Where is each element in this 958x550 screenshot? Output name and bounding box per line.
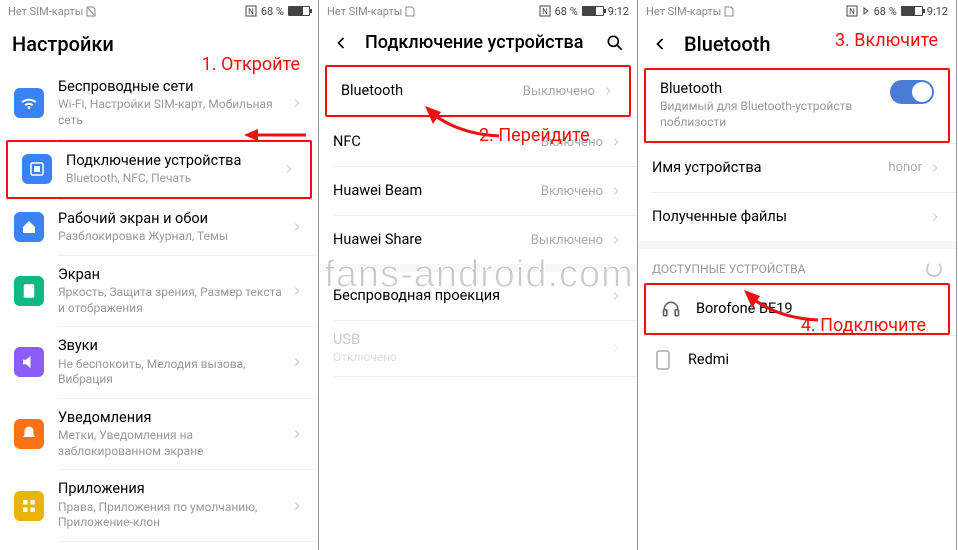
spinner-icon	[926, 261, 942, 277]
wifi-icon	[14, 88, 44, 118]
section-available: ДОСТУПНЫЕ УСТРОЙСТВА	[638, 249, 956, 283]
page-title: Bluetooth	[684, 32, 770, 56]
device-redmi[interactable]: Redmi	[638, 336, 956, 384]
status-bar: Нет SIM-карты N 68 %	[0, 0, 318, 22]
bt-status-icon	[862, 5, 870, 17]
annot-4: 4. Подключите	[801, 315, 926, 336]
row-home[interactable]: Рабочий экран и обоиРазблокировка Журнал…	[0, 200, 318, 255]
page-title: Настройки	[12, 32, 114, 56]
row-share[interactable]: Huawei Share Выключено	[319, 216, 637, 264]
phone-icon	[652, 349, 674, 371]
battery-icon	[288, 6, 310, 16]
svg-text:N: N	[542, 7, 548, 16]
row-bt-toggle[interactable]: BluetoothВидимый для Bluetooth-устройств…	[646, 70, 948, 141]
row-usb: USBОтключено	[319, 321, 637, 376]
status-bar: Нет SIM-карты N 68 % 9:12	[638, 0, 956, 22]
row-display[interactable]: ЭкранЯркость, Защита зрения, Размер текс…	[0, 256, 318, 327]
row-wireless[interactable]: Беспроводные сетиWi-Fi, Настройки SIM-ка…	[0, 68, 318, 139]
row-cast[interactable]: Беспроводная проекция	[319, 272, 637, 320]
row-devname[interactable]: Имя устройства honor	[638, 144, 956, 192]
sim-status: Нет SIM-карты	[8, 5, 96, 18]
row-notif[interactable]: УведомленияМетки, Уведомления на заблоки…	[0, 399, 318, 470]
chevron-icon	[290, 96, 304, 110]
page-title: Подключение устройства	[365, 32, 583, 53]
svg-text:N: N	[248, 7, 254, 16]
home-icon	[14, 212, 44, 242]
row-battery[interactable]: БатареяРежим энергосбережения, Использов…	[0, 542, 318, 550]
annot-3: 3. Включите	[835, 30, 938, 51]
toggle-on[interactable]	[890, 80, 934, 104]
annot-2: 2. Перейдите	[479, 125, 590, 146]
battery-pct: 68 %	[261, 5, 284, 18]
svg-text:N: N	[849, 7, 855, 16]
row-bluetooth[interactable]: Bluetooth Выключено	[327, 67, 629, 115]
search-icon[interactable]	[605, 33, 625, 53]
row-sounds[interactable]: ЗвукиНе беспокоить, Мелодия вызова, Вибр…	[0, 327, 318, 398]
highlight-3: BluetoothВидимый для Bluetooth-устройств…	[644, 68, 950, 143]
back-icon[interactable]	[650, 34, 670, 54]
settings-list: Беспроводные сетиWi-Fi, Настройки SIM-ка…	[0, 68, 318, 550]
headphones-icon	[660, 298, 682, 320]
highlight-2: Bluetooth Выключено	[325, 65, 631, 117]
bluetooth-icon	[22, 154, 52, 184]
sound-icon	[14, 347, 44, 377]
apps-icon	[14, 491, 44, 521]
back-icon[interactable]	[331, 33, 351, 53]
connection-pane: Нет SIM-карты N 68 % 9:12 Подключение ус…	[319, 0, 638, 550]
display-icon	[14, 276, 44, 306]
row-received[interactable]: Полученные файлы	[638, 193, 956, 241]
nfc-icon: N	[245, 5, 257, 17]
row-connection[interactable]: Подключение устройстваBluetooth, NFC, Пе…	[8, 142, 310, 197]
bluetooth-pane: Нет SIM-карты N 68 % 9:12 Bluetooth 3. В…	[638, 0, 957, 550]
annot-1: 1. Откройте	[202, 54, 300, 75]
row-apps[interactable]: ПриложенияПрава, Приложения по умолчанию…	[0, 470, 318, 541]
status-bar: Нет SIM-карты N 68 % 9:12	[319, 0, 637, 22]
highlight-1: Подключение устройстваBluetooth, NFC, Пе…	[6, 140, 312, 199]
bell-icon	[14, 419, 44, 449]
row-beam[interactable]: Huawei Beam Включено	[319, 167, 637, 215]
settings-pane: Нет SIM-карты N 68 % Настройки 1. Открой…	[0, 0, 319, 550]
